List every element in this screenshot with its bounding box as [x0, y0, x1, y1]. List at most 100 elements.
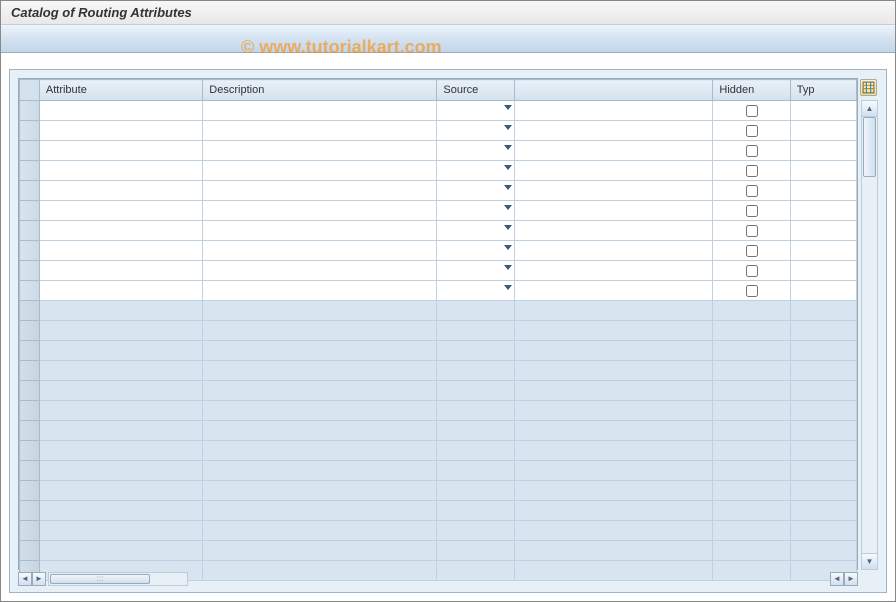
- table-row[interactable]: [20, 241, 857, 261]
- cell-source[interactable]: [437, 281, 514, 301]
- dropdown-arrow-icon[interactable]: [504, 185, 512, 190]
- row-selector[interactable]: [20, 481, 40, 501]
- table-row[interactable]: [20, 421, 857, 441]
- cell-typ[interactable]: [790, 121, 856, 141]
- hidden-checkbox[interactable]: [746, 105, 758, 117]
- cell-hidden[interactable]: [713, 181, 790, 201]
- cell-typ[interactable]: [790, 221, 856, 241]
- cell-source-ext[interactable]: [514, 281, 713, 301]
- table-row[interactable]: [20, 121, 857, 141]
- row-selector[interactable]: [20, 241, 40, 261]
- hidden-checkbox[interactable]: [746, 205, 758, 217]
- cell-hidden[interactable]: [713, 221, 790, 241]
- cell-source[interactable]: [437, 241, 514, 261]
- column-header-description[interactable]: Description: [203, 80, 437, 101]
- table-settings-button[interactable]: [860, 79, 877, 96]
- row-selector[interactable]: [20, 401, 40, 421]
- cell-description[interactable]: [203, 181, 437, 201]
- cell-attribute[interactable]: [39, 241, 202, 261]
- cell-attribute[interactable]: [39, 121, 202, 141]
- cell-source-ext[interactable]: [514, 201, 713, 221]
- row-selector[interactable]: [20, 121, 40, 141]
- hidden-checkbox[interactable]: [746, 265, 758, 277]
- horizontal-scrollbar[interactable]: ◄ ► ::: ◄ ►: [18, 571, 858, 586]
- row-selector[interactable]: [20, 201, 40, 221]
- column-header-source-ext[interactable]: [514, 80, 713, 101]
- hidden-checkbox[interactable]: [746, 245, 758, 257]
- cell-typ[interactable]: [790, 101, 856, 121]
- cell-typ[interactable]: [790, 281, 856, 301]
- row-selector[interactable]: [20, 281, 40, 301]
- table-row[interactable]: [20, 521, 857, 541]
- cell-source-ext[interactable]: [514, 141, 713, 161]
- cell-description[interactable]: [203, 121, 437, 141]
- row-selector-header[interactable]: [20, 80, 40, 101]
- dropdown-arrow-icon[interactable]: [504, 105, 512, 110]
- cell-source[interactable]: [437, 121, 514, 141]
- cell-typ[interactable]: [790, 241, 856, 261]
- vscroll-track[interactable]: [862, 117, 877, 553]
- table-row[interactable]: [20, 441, 857, 461]
- cell-attribute[interactable]: [39, 141, 202, 161]
- dropdown-arrow-icon[interactable]: [504, 245, 512, 250]
- cell-source[interactable]: [437, 201, 514, 221]
- cell-source-ext[interactable]: [514, 161, 713, 181]
- row-selector[interactable]: [20, 101, 40, 121]
- cell-description[interactable]: [203, 241, 437, 261]
- row-selector[interactable]: [20, 261, 40, 281]
- hidden-checkbox[interactable]: [746, 185, 758, 197]
- row-selector[interactable]: [20, 381, 40, 401]
- cell-typ[interactable]: [790, 161, 856, 181]
- row-selector[interactable]: [20, 161, 40, 181]
- row-selector[interactable]: [20, 521, 40, 541]
- dropdown-arrow-icon[interactable]: [504, 205, 512, 210]
- cell-description[interactable]: [203, 201, 437, 221]
- row-selector[interactable]: [20, 341, 40, 361]
- cell-source[interactable]: [437, 261, 514, 281]
- table-row[interactable]: [20, 101, 857, 121]
- hscroll-thumb[interactable]: :::: [50, 574, 150, 584]
- table-row[interactable]: [20, 201, 857, 221]
- table-row[interactable]: [20, 161, 857, 181]
- table-row[interactable]: [20, 341, 857, 361]
- cell-source[interactable]: [437, 161, 514, 181]
- cell-source-ext[interactable]: [514, 261, 713, 281]
- row-selector[interactable]: [20, 181, 40, 201]
- table-row[interactable]: [20, 501, 857, 521]
- table-row[interactable]: [20, 281, 857, 301]
- cell-source-ext[interactable]: [514, 221, 713, 241]
- cell-typ[interactable]: [790, 201, 856, 221]
- cell-source[interactable]: [437, 221, 514, 241]
- cell-typ[interactable]: [790, 181, 856, 201]
- cell-typ[interactable]: [790, 141, 856, 161]
- cell-source[interactable]: [437, 101, 514, 121]
- cell-attribute[interactable]: [39, 181, 202, 201]
- dropdown-arrow-icon[interactable]: [504, 265, 512, 270]
- column-header-typ[interactable]: Typ: [790, 80, 856, 101]
- row-selector[interactable]: [20, 221, 40, 241]
- cell-attribute[interactable]: [39, 221, 202, 241]
- cell-attribute[interactable]: [39, 201, 202, 221]
- row-selector[interactable]: [20, 361, 40, 381]
- hidden-checkbox[interactable]: [746, 125, 758, 137]
- cell-description[interactable]: [203, 141, 437, 161]
- dropdown-arrow-icon[interactable]: [504, 125, 512, 130]
- table-row[interactable]: [20, 541, 857, 561]
- cell-source-ext[interactable]: [514, 181, 713, 201]
- cell-typ[interactable]: [790, 261, 856, 281]
- table-row[interactable]: [20, 361, 857, 381]
- dropdown-arrow-icon[interactable]: [504, 285, 512, 290]
- row-selector[interactable]: [20, 441, 40, 461]
- row-selector[interactable]: [20, 501, 40, 521]
- routing-attributes-table[interactable]: Attribute Description Source Hidden Typ: [19, 79, 857, 581]
- cell-attribute[interactable]: [39, 261, 202, 281]
- table-row[interactable]: [20, 461, 857, 481]
- cell-hidden[interactable]: [713, 141, 790, 161]
- row-selector[interactable]: [20, 461, 40, 481]
- table-row[interactable]: [20, 401, 857, 421]
- column-header-source[interactable]: Source: [437, 80, 514, 101]
- row-selector[interactable]: [20, 541, 40, 561]
- vscroll-thumb[interactable]: [863, 117, 876, 177]
- column-header-hidden[interactable]: Hidden: [713, 80, 790, 101]
- cell-description[interactable]: [203, 221, 437, 241]
